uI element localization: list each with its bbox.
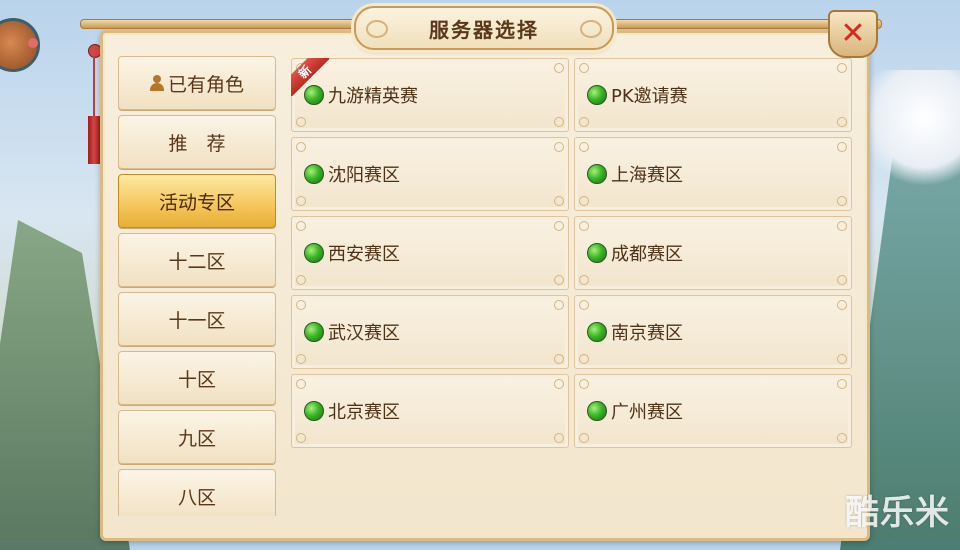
sidebar-item-existing-roles[interactable]: 已有角色 [118, 56, 276, 110]
status-online-icon [587, 85, 607, 105]
server-card[interactable]: 成都赛区 [574, 216, 852, 290]
server-card[interactable]: 西安赛区 [291, 216, 569, 290]
title-plaque: 服务器选择 [354, 6, 614, 50]
server-name: 西安赛区 [328, 244, 400, 265]
background-cloud [870, 70, 960, 190]
sidebar-item-zone-9[interactable]: 九区 [118, 410, 276, 464]
sidebar-item-label: 九区 [177, 427, 216, 450]
sidebar-item-zone-8[interactable]: 八区 [118, 469, 276, 516]
sidebar-item-zone-11[interactable]: 十一区 [118, 292, 276, 346]
server-card[interactable]: 沈阳赛区 [291, 137, 569, 211]
close-button[interactable]: ✕ [828, 10, 878, 58]
status-online-icon [304, 401, 324, 421]
sidebar-item-events[interactable]: 活动专区 [118, 174, 276, 228]
server-name: PK邀请赛 [611, 86, 688, 107]
status-online-icon [304, 243, 324, 263]
status-online-icon [587, 164, 607, 184]
status-online-icon [587, 401, 607, 421]
server-card[interactable]: 北京赛区 [291, 374, 569, 448]
server-card[interactable]: 武汉赛区 [291, 295, 569, 369]
server-name: 沈阳赛区 [328, 165, 400, 186]
cloud-ornament-icon [580, 20, 602, 38]
page-title: 服务器选择 [429, 17, 539, 42]
server-name: 成都赛区 [611, 244, 683, 265]
sidebar-item-zone-12[interactable]: 十二区 [118, 233, 276, 287]
cloud-ornament-icon [366, 20, 388, 38]
sidebar-item-label: 活动专区 [158, 191, 235, 214]
server-card[interactable]: 南京赛区 [574, 295, 852, 369]
server-name: 北京赛区 [328, 402, 400, 423]
sidebar-item-label: 八区 [177, 486, 216, 509]
watermark: 酷乐米 [845, 493, 950, 533]
sidebar-item-label: 十一区 [168, 309, 226, 332]
person-icon [149, 75, 164, 91]
server-name: 南京赛区 [611, 323, 683, 344]
server-card[interactable]: 上海赛区 [574, 137, 852, 211]
sidebar-item-label: 十区 [177, 368, 216, 391]
status-online-icon [304, 322, 324, 342]
sidebar-item-recommended[interactable]: 推 荐 [118, 115, 276, 169]
status-online-icon [587, 243, 607, 263]
sidebar-item-zone-10[interactable]: 十区 [118, 351, 276, 405]
status-online-icon [587, 322, 607, 342]
status-online-icon [304, 164, 324, 184]
notification-dot-icon [28, 38, 38, 48]
server-name: 九游精英赛 [328, 86, 418, 107]
sidebar-item-label: 推 荐 [168, 132, 226, 155]
server-card[interactable]: PK邀请赛 [574, 58, 852, 132]
server-name: 武汉赛区 [328, 323, 400, 344]
server-name: 广州赛区 [611, 402, 683, 423]
server-card[interactable]: 广州赛区 [574, 374, 852, 448]
close-icon: ✕ [840, 16, 866, 51]
server-card[interactable]: 新 九游精英赛 [291, 58, 569, 132]
sidebar-item-label: 已有角色 [167, 73, 244, 96]
server-name: 上海赛区 [611, 165, 683, 186]
tassel-decoration [88, 44, 102, 164]
new-badge: 新 [291, 58, 329, 96]
sidebar-item-label: 十二区 [168, 250, 226, 273]
sidebar: 已有角色 推 荐 活动专区 十二区 十一区 十区 九区 八区 [118, 56, 276, 516]
